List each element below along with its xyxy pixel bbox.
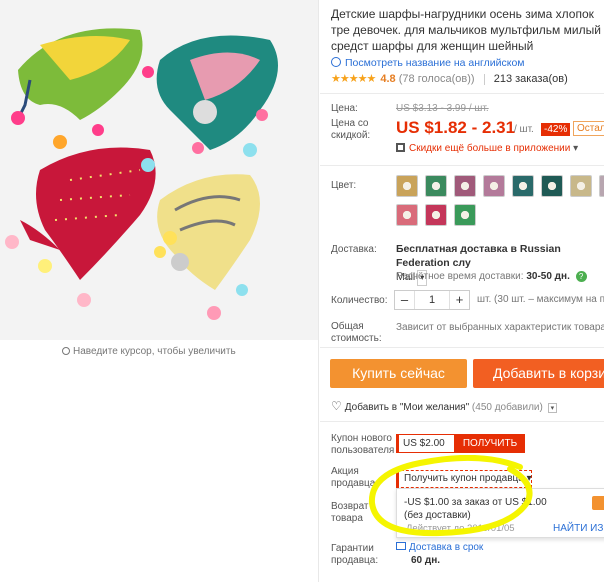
help-icon[interactable]: ? [575, 271, 587, 282]
new-user-coupon-value: US $2.00 [396, 434, 455, 453]
truck-icon [396, 542, 406, 550]
divider [320, 421, 604, 422]
delivery-time-label: Расчётное время доставки: [396, 271, 524, 282]
coupon-terms: -US $1.00 за заказ от US $1.00 (без дост… [404, 497, 547, 521]
color-swatch[interactable] [483, 175, 505, 197]
wishlist-link[interactable]: ♡ Добавить в "Мои желания" (450 добавили)… [331, 399, 558, 413]
add-to-cart-button[interactable]: Добавить в корзин [473, 359, 604, 388]
shipping-label: Доставка: [331, 244, 377, 255]
product-title: Детские шарфы-нагрудники осень зима хлоп… [331, 7, 601, 53]
quantity-input[interactable]: 1 [415, 291, 449, 309]
buy-now-button[interactable]: Купить сейчас [330, 359, 467, 388]
heart-icon: ♡ [331, 399, 342, 413]
discount-price-label: Цена со скидкой: [331, 118, 371, 141]
seller-promo-label: Акция продавца: [331, 466, 379, 489]
seller-coupon-dropdown[interactable]: Получить купон продавца ▾ [396, 470, 532, 488]
shipping-text: Бесплатная доставка в Russian Federation… [396, 243, 561, 269]
color-swatch[interactable] [425, 204, 447, 226]
total-note: Зависит от выбранных характеристик товар… [396, 322, 604, 333]
delivery-time-value: 30-50 дн. [526, 271, 570, 282]
chevron-down-icon[interactable]: ▾ [547, 403, 558, 413]
app-discount-link[interactable]: Скидки ещё больше в приложении ▾ [396, 142, 578, 154]
color-swatch[interactable] [396, 204, 418, 226]
quantity-label: Количество: [331, 295, 388, 306]
wishlist-count: (450 добавили) [471, 402, 543, 413]
color-label: Цвет: [331, 180, 357, 191]
seller-coupon-text: Получить купон продавца [404, 473, 524, 484]
color-swatch[interactable] [599, 175, 604, 197]
separator [483, 73, 485, 85]
quantity-note: шт. (30 шт. – максимум на пок [477, 294, 604, 305]
chevron-down-icon: ▾ [573, 143, 579, 154]
color-swatch[interactable] [396, 175, 418, 197]
old-price: US $3.13 - 3.99 / шт. [396, 103, 489, 114]
scarves-photo [0, 0, 318, 340]
color-swatch[interactable] [454, 175, 476, 197]
returns-label: Возврат товара [331, 501, 369, 524]
color-swatch[interactable] [512, 175, 534, 197]
coupon-expiry: Действует до 2019/01/05 [406, 523, 515, 534]
column-divider [318, 0, 319, 582]
quantity-increase-button[interactable]: + [449, 291, 469, 309]
new-user-coupon-label: Купон нового пользователя [331, 433, 395, 456]
divider [320, 347, 604, 348]
chevron-down-icon: ▾ [526, 473, 532, 484]
delivery-guarantee-text: Доставка в срок [409, 542, 484, 553]
divider [320, 165, 604, 166]
price-unit: / шт. [514, 124, 534, 135]
delivery-guarantee[interactable]: Доставка в срок [396, 542, 483, 553]
guarantees-label: Гарантии продавца: [331, 543, 379, 566]
rating-row: ★★★★★ 4.8 (78 голоса(ов)) 213 заказа(ов) [331, 72, 568, 85]
current-price: US $1.82 - 2.31 [396, 118, 516, 137]
wishlist-label: Добавить в "Мои желания" [344, 402, 470, 413]
magnifier-icon [62, 347, 70, 355]
color-swatch[interactable] [454, 204, 476, 226]
get-coupon-button[interactable]: ПОЛУЧИТЬ [455, 434, 525, 453]
quantity-decrease-button[interactable]: – [395, 291, 415, 309]
color-swatch[interactable] [541, 175, 563, 197]
quantity-stepper: – 1 + [394, 290, 470, 310]
rating-value: 4.8 [380, 73, 396, 85]
zoom-hint: Наведите курсор, чтобы увеличить [62, 346, 236, 357]
price-label: Цена: [331, 103, 358, 114]
app-discount-text: Скидки ещё больше в приложении [409, 143, 571, 154]
total-label: Общая стоимость: [331, 321, 382, 344]
color-swatch[interactable] [425, 175, 447, 197]
rating-stars[interactable]: ★★★★★ [331, 73, 376, 85]
translate-title-link[interactable]: Посмотреть название на английском [331, 56, 525, 69]
zoom-hint-text: Наведите курсор, чтобы увеличить [73, 346, 236, 357]
get-seller-coupon-button[interactable] [592, 496, 604, 510]
discount-badge: -42% [541, 123, 571, 136]
delivery-time: Расчётное время доставки: 30-50 дн. ? [396, 271, 587, 282]
qr-code-icon [396, 143, 405, 152]
globe-icon [331, 57, 341, 67]
rating-votes[interactable]: (78 голоса(ов)) [399, 73, 475, 85]
guarantee-days: 60 дн. [411, 555, 441, 566]
product-image[interactable] [0, 0, 318, 340]
translate-link-text: Посмотреть название на английском [345, 57, 525, 69]
orders-count: 213 заказа(ов) [493, 73, 568, 85]
divider [320, 93, 604, 94]
color-swatch[interactable] [570, 175, 592, 197]
time-remaining-badge: Остал [573, 121, 604, 136]
find-more-link[interactable]: НАЙТИ ИЗБ [553, 523, 604, 534]
